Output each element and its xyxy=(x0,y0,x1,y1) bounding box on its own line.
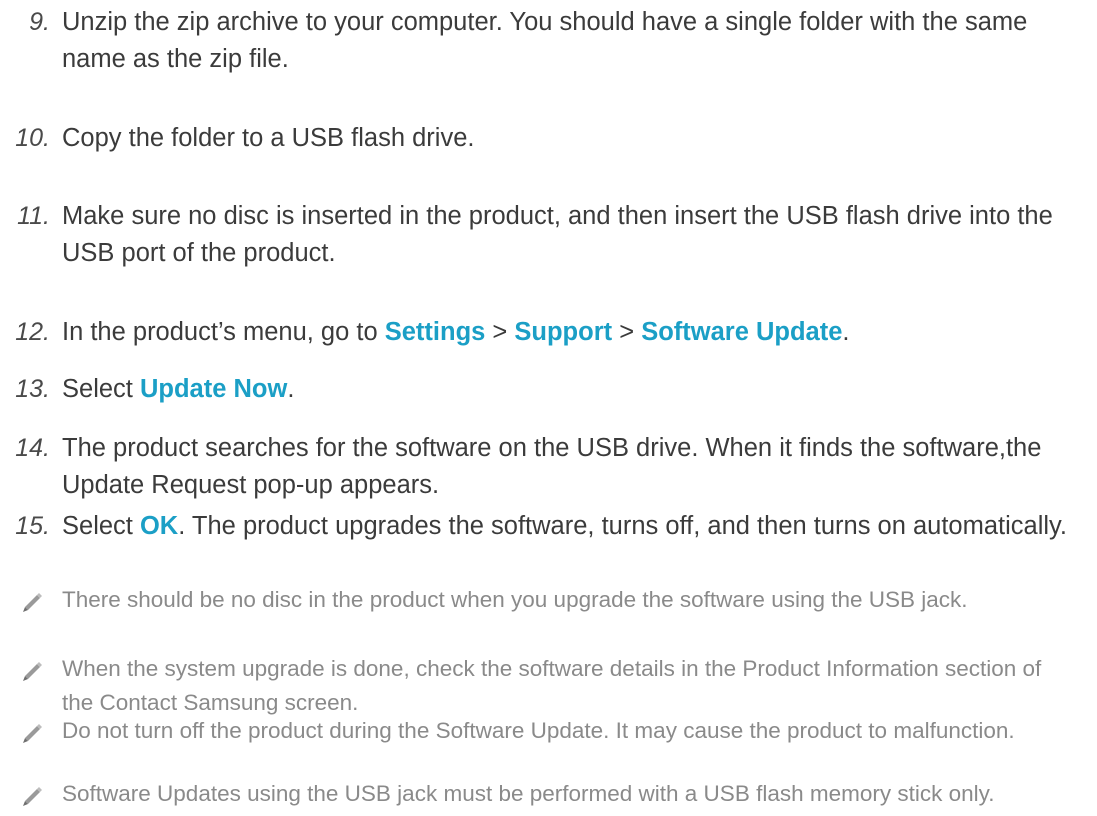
menu-path-separator: > xyxy=(612,318,642,346)
step-text: Copy the folder to a USB flash drive. xyxy=(62,120,1072,157)
step-text: The product searches for the software on… xyxy=(62,430,1072,504)
step-text-segment: . The product upgrades the software, tur… xyxy=(178,512,1067,540)
note-text: There should be no disc in the product w… xyxy=(62,587,968,612)
step-text-segment: . xyxy=(287,375,295,403)
step-text-segment: In the product’s menu, go to xyxy=(62,318,385,346)
menu-path-software-update: Software Update xyxy=(641,318,843,346)
menu-option-ok: OK xyxy=(139,512,179,540)
step-number: 9. xyxy=(29,8,50,36)
pencil-icon xyxy=(23,787,42,806)
step-number: 12. xyxy=(15,318,50,346)
step-text: In the product’s menu, go to Settings > … xyxy=(62,314,1072,351)
step-number: 13. xyxy=(15,375,50,403)
step-text: Select OK. The product upgrades the soft… xyxy=(62,508,1072,545)
step-text-segment: Unzip the zip archive to your computer. … xyxy=(62,8,1028,73)
step-text-segment: . xyxy=(842,318,850,346)
step-text-segment: Make sure no disc is inserted in the pro… xyxy=(62,202,1053,267)
step-text-segment: Select xyxy=(62,512,140,540)
step-text-segment: The product searches for the software on… xyxy=(62,434,1042,499)
pencil-icon xyxy=(23,593,42,612)
step-number: 15. xyxy=(15,512,50,540)
step-text-segment: Copy the folder to a USB flash drive. xyxy=(62,124,475,152)
step-number: 11. xyxy=(17,202,50,230)
menu-path-support: Support xyxy=(514,318,613,346)
step-text: Unzip the zip archive to your computer. … xyxy=(62,4,1072,78)
menu-path-settings: Settings xyxy=(384,318,486,346)
menu-option-update-now: Update Now xyxy=(139,375,288,403)
manual-page: 9. Unzip the zip archive to your compute… xyxy=(0,0,1097,816)
step-text: Make sure no disc is inserted in the pro… xyxy=(62,198,1072,272)
step-text: Select Update Now. xyxy=(62,371,1072,408)
step-number: 14. xyxy=(15,434,50,462)
menu-path-separator: > xyxy=(485,318,515,346)
pencil-icon xyxy=(23,724,42,743)
note-text: When the system upgrade is done, check t… xyxy=(62,656,1042,715)
step-text-segment: Select xyxy=(62,375,140,403)
note-text: Software Updates using the USB jack must… xyxy=(62,781,995,806)
note-text: Do not turn off the product during the S… xyxy=(62,718,1015,743)
pencil-icon xyxy=(23,662,42,681)
step-number: 10. xyxy=(15,124,50,152)
